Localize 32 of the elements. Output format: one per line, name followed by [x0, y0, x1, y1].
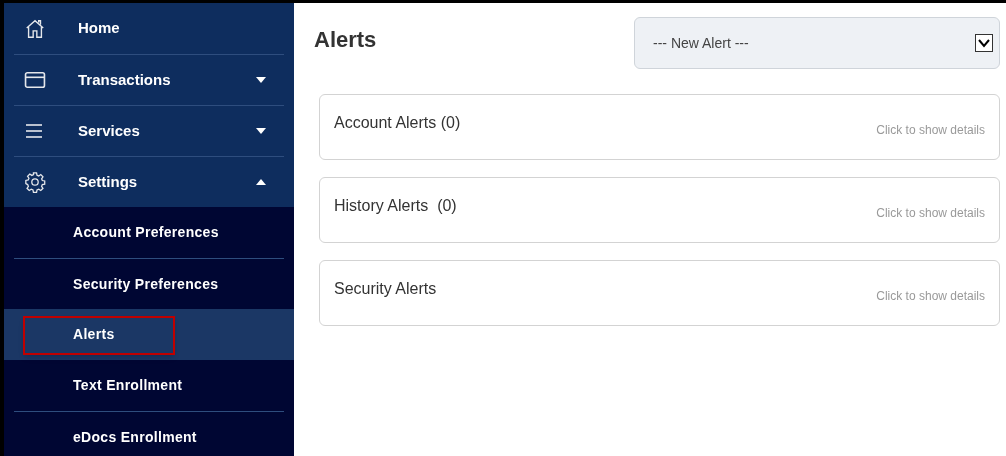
panel-hint: Click to show details	[876, 204, 985, 222]
panel-hint: Click to show details	[876, 121, 985, 139]
alert-panel[interactable]: Account Alerts (0) Click to show details	[319, 94, 1000, 160]
sidebar-item-label: Services	[78, 120, 141, 141]
sidebar-item[interactable]: Home	[14, 3, 284, 54]
sidebar-item-label: Home	[78, 18, 121, 39]
submenu-item-label: Alerts	[73, 325, 115, 344]
dropdown-icon	[975, 34, 993, 52]
submenu-item-label: Security Preferences	[73, 274, 219, 294]
submenu-item-label: Account Preferences	[73, 223, 219, 242]
alert-panel[interactable]: History Alerts (0) Click to show details	[319, 177, 1000, 243]
panel-title: History Alerts (0)	[334, 196, 457, 216]
home-icon	[24, 17, 46, 40]
panel-title: Security Alerts	[334, 279, 437, 299]
menu-icon	[24, 122, 44, 140]
submenu-item-label: Text Enrollment	[73, 376, 183, 395]
sidebar-item[interactable]: Transactions	[14, 54, 284, 105]
panel-title: Account Alerts (0)	[334, 113, 461, 133]
card-icon	[24, 71, 46, 89]
sidebar-item-label: Settings	[78, 171, 139, 192]
alert-panel[interactable]: Security Alerts Click to show details	[319, 260, 1000, 326]
submenu-item[interactable]: Alerts	[4, 309, 294, 360]
submenu-item[interactable]: Account Preferences	[14, 207, 284, 258]
sidebar-item-label: Transactions	[78, 69, 172, 90]
new-alert-select[interactable]: --- New Alert ---	[634, 17, 1000, 69]
submenu-item[interactable]: Text Enrollment	[14, 360, 284, 411]
settings-icon	[24, 171, 46, 193]
page-title: Alerts	[314, 25, 377, 54]
submenu-item[interactable]: eDocs Enrollment	[14, 411, 284, 456]
submenu-item-label: eDocs Enrollment	[73, 427, 197, 447]
panel-hint: Click to show details	[876, 287, 985, 305]
sidebar-item[interactable]: Services	[14, 105, 284, 156]
